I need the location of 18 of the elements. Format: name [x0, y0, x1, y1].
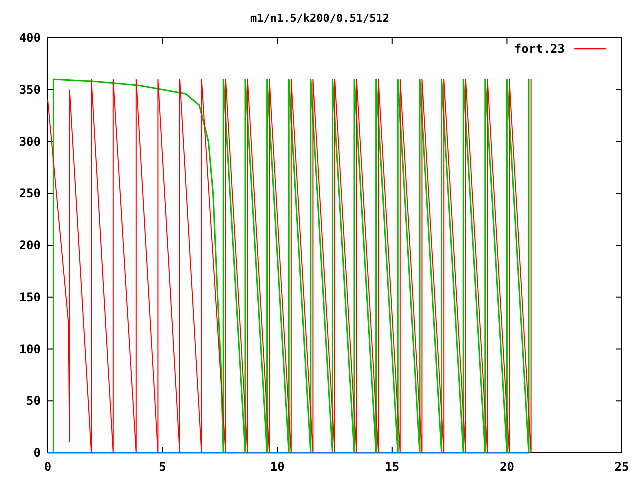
- y-tick-label: 200: [19, 238, 41, 252]
- x-tick-label: 10: [270, 460, 285, 474]
- x-tick-label: 25: [614, 460, 630, 474]
- x-tick-label: 5: [159, 460, 166, 474]
- legend-label: fort.23: [514, 42, 565, 56]
- y-tick-label: 300: [19, 134, 41, 149]
- x-tick-label: 15: [385, 460, 400, 474]
- chart-title: m1/n1.5/k200/0.51/512: [250, 12, 390, 25]
- y-tick-label: 100: [19, 342, 41, 356]
- y-tick-label: 150: [19, 290, 41, 304]
- y-tick-label: 350: [19, 82, 41, 97]
- legend-line-sample: [574, 48, 606, 50]
- y-tick-label: 50: [26, 394, 41, 408]
- y-tick-label: 400: [19, 31, 41, 45]
- x-tick-label: 20: [500, 460, 514, 474]
- x-tick-label: 0: [44, 460, 52, 474]
- y-tick-label: 250: [19, 186, 41, 201]
- y-tick-label: 0: [34, 446, 41, 460]
